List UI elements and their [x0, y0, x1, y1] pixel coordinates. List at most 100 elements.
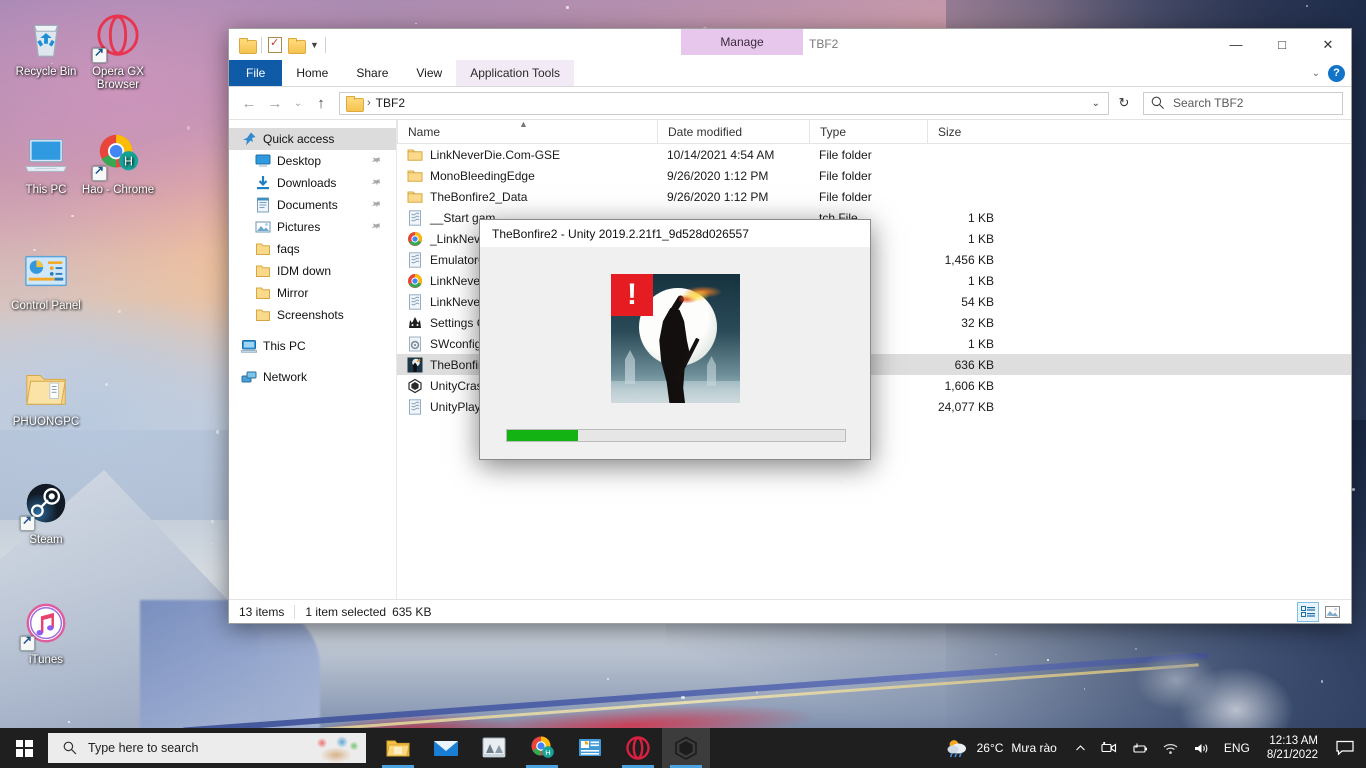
contextual-tab-manage[interactable]: Manage	[681, 29, 803, 55]
ribbon-tab-view[interactable]: View	[402, 60, 456, 86]
back-button[interactable]: ←	[237, 91, 261, 115]
folder-icon[interactable]	[239, 38, 255, 52]
table-row[interactable]: MonoBleedingEdge9/26/2020 1:12 PMFile fo…	[397, 165, 1351, 186]
column-header-date-modified[interactable]: Date modified	[657, 120, 809, 143]
action-center-button[interactable]	[1328, 728, 1362, 768]
address-folder-icon	[346, 96, 362, 110]
taskbar-search-input[interactable]: Type here to search	[88, 741, 198, 755]
taskbar-app-powerpoint[interactable]	[566, 728, 614, 768]
battery-icon-tray[interactable]	[1124, 728, 1155, 768]
column-header-type[interactable]: Type	[809, 120, 927, 143]
refresh-button[interactable]: ↻	[1111, 92, 1137, 115]
up-button[interactable]: ↑	[309, 91, 333, 115]
taskbar-app-opera-gx[interactable]	[614, 728, 662, 768]
snow-particle	[68, 721, 70, 723]
file-name-label: LinkNeverDie.Com-GSE	[430, 148, 560, 162]
sidebar-item-screenshots[interactable]: Screenshots	[229, 304, 396, 326]
breadcrumb-tbf2[interactable]: TBF2	[376, 96, 405, 110]
desktop-icon-steam[interactable]: Steam	[8, 482, 84, 547]
sidebar-item-label: Mirror	[277, 286, 308, 300]
pin-icon[interactable]	[366, 218, 383, 236]
pin-icon[interactable]	[366, 174, 383, 192]
desktop-icon-label: Control Panel	[8, 300, 84, 313]
taskbar-app-file-explorer[interactable]	[374, 728, 422, 768]
address-bar[interactable]: › TBF2 ⌄	[339, 92, 1109, 115]
desktop-icon-hao-chrome[interactable]: HHao - Chrome	[80, 132, 156, 197]
table-row[interactable]: LinkNeverDie.Com-GSE10/14/2021 4:54 AMFi…	[397, 144, 1351, 165]
sidebar-item-mirror[interactable]: Mirror	[229, 282, 396, 304]
desktop-icon-phuongpc[interactable]: PHUONGPC	[8, 364, 84, 429]
desktop-icon-recycle-bin[interactable]: Recycle Bin	[8, 14, 84, 79]
sidebar-item-idm-down[interactable]: IDM down	[229, 260, 396, 282]
folder-icon	[407, 168, 423, 184]
large-icons-view-button[interactable]	[1321, 602, 1343, 622]
maximize-button[interactable]: □	[1259, 29, 1305, 60]
column-header-size[interactable]: Size	[927, 120, 1002, 143]
script-icon	[407, 399, 423, 415]
new-folder-icon[interactable]	[288, 38, 304, 52]
ribbon-tab-application-tools[interactable]: Application Tools	[456, 60, 574, 86]
desktop-icon-control-panel[interactable]: Control Panel	[8, 248, 84, 313]
clock-time: 12:13 AM	[1267, 734, 1318, 748]
file-size-cell: 54 KB	[927, 295, 1002, 309]
view-mode-buttons	[1297, 602, 1351, 622]
rain-shower-icon	[945, 738, 969, 758]
taskbar-app-paint[interactable]	[470, 728, 518, 768]
sidebar-item-downloads[interactable]: Downloads	[229, 172, 396, 194]
wifi-icon-tray[interactable]	[1155, 728, 1186, 768]
forward-button[interactable]: →	[263, 91, 287, 115]
ribbon-tab-file[interactable]: File	[229, 60, 282, 86]
window-title: TBF2	[809, 29, 838, 60]
ribbon-tab-share[interactable]: Share	[342, 60, 402, 86]
desktop-icon-opera-gx-browser[interactable]: Opera GX Browser	[80, 14, 156, 92]
sidebar-item-this-pc[interactable]: This PC	[229, 335, 396, 357]
error-badge-label: !	[627, 280, 637, 310]
unity-icon	[407, 378, 423, 394]
desktop-icon-this-pc[interactable]: This PC	[8, 132, 84, 197]
language-indicator[interactable]: ENG	[1217, 728, 1257, 768]
downloads-icon	[255, 175, 271, 191]
pin-icon[interactable]	[366, 196, 383, 214]
search-box[interactable]: Search TBF2	[1143, 92, 1343, 115]
chrome-icon	[407, 231, 423, 247]
details-view-button[interactable]	[1297, 602, 1319, 622]
show-hidden-icons-chevron[interactable]	[1067, 728, 1094, 768]
recent-locations-icon[interactable]: ⌄	[289, 91, 307, 115]
help-icon[interactable]: ?	[1328, 65, 1345, 82]
chrome-icon: H	[94, 132, 142, 180]
taskbar-weather[interactable]: 26°C Mưa rào	[939, 738, 1067, 758]
sidebar-item-quick-access[interactable]: Quick access	[229, 128, 396, 150]
desktop-icon-label: iTunes	[8, 654, 84, 667]
sidebar-item-network[interactable]: Network	[229, 366, 396, 388]
pin-icon[interactable]	[366, 152, 383, 170]
taskbar-search-box[interactable]: Type here to search	[48, 733, 366, 763]
sidebar-item-documents[interactable]: Documents	[229, 194, 396, 216]
volume-icon-tray[interactable]	[1186, 728, 1217, 768]
customize-caret-icon[interactable]: ▼	[310, 40, 319, 50]
unity-player-dialog: TheBonfire2 - Unity 2019.2.21f1_9d528d02…	[479, 219, 871, 460]
taskbar-app-unity[interactable]	[662, 728, 710, 768]
shortcut-arrow-icon	[92, 48, 107, 63]
taskbar-app-chrome[interactable]: H	[518, 728, 566, 768]
taskbar-app-mail[interactable]	[422, 728, 470, 768]
folder-icon	[407, 147, 423, 163]
table-row[interactable]: TheBonfire2_Data9/26/2020 1:12 PMFile fo…	[397, 186, 1351, 207]
bonfire2-splash-image: !	[611, 274, 740, 403]
chevron-down-icon[interactable]: ⌄	[1312, 68, 1320, 79]
dialog-body: !	[480, 247, 870, 459]
snow-particle	[995, 654, 996, 655]
snow-particle	[681, 696, 684, 699]
minimize-button[interactable]: —	[1213, 29, 1259, 60]
search-input[interactable]: Search TBF2	[1173, 96, 1243, 110]
start-button[interactable]	[0, 728, 48, 768]
camera-icon-tray[interactable]	[1094, 728, 1124, 768]
address-dropdown-icon[interactable]: ⌄	[1092, 98, 1104, 109]
desktop-icon-itunes[interactable]: iTunes	[8, 602, 84, 667]
sidebar-item-faqs[interactable]: faqs	[229, 238, 396, 260]
taskbar-clock[interactable]: 12:13 AM 8/21/2022	[1257, 734, 1328, 762]
sidebar-item-pictures[interactable]: Pictures	[229, 216, 396, 238]
ribbon-tab-home[interactable]: Home	[282, 60, 342, 86]
sidebar-item-desktop[interactable]: Desktop	[229, 150, 396, 172]
properties-icon[interactable]	[268, 37, 282, 53]
close-button[interactable]: ✕	[1305, 29, 1351, 60]
